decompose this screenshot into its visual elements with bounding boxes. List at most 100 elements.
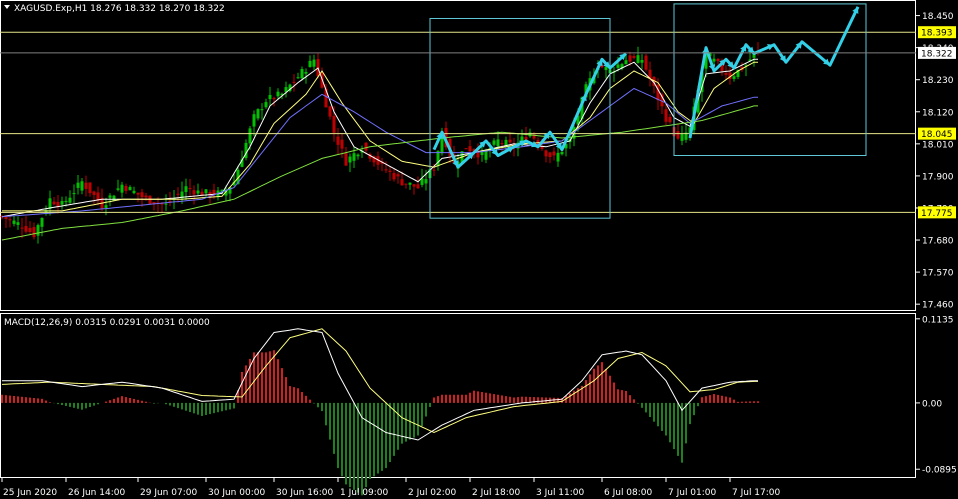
candle (256, 108, 260, 121)
candle (120, 181, 124, 198)
candle (244, 139, 248, 161)
candle-body (424, 179, 428, 184)
candle-body (140, 192, 144, 198)
candle-body (272, 97, 276, 100)
candle (28, 221, 32, 235)
candle-body (124, 185, 128, 191)
candle (328, 105, 332, 120)
candle (416, 176, 420, 190)
candle-body (336, 136, 340, 145)
candle (188, 179, 192, 197)
macd-panel: 0.1135 0.00 -0.0895 MACD(12,26,9) 0.0315 0… (0, 313, 957, 496)
time-tick-label: 30 Jun 16:00 (276, 488, 333, 498)
candle-body (32, 227, 36, 238)
candle-body (4, 216, 8, 219)
candle-body (88, 182, 92, 194)
candle (12, 215, 16, 227)
candle-body (344, 153, 348, 166)
candle-body (184, 186, 188, 193)
candle (128, 185, 132, 191)
time-tick-label: 25 Jun 2020 (3, 488, 57, 498)
candlesticks (0, 42, 760, 244)
level-price-tags: 18.393 18.045 17.775 18.322 (0, 26, 956, 219)
candle (604, 65, 608, 79)
candle-body (384, 169, 388, 171)
symbol-dropdown-icon[interactable] (4, 5, 10, 9)
candle (504, 136, 508, 150)
candle (648, 61, 652, 87)
candle (152, 201, 156, 211)
macd-axis: 0.1135 0.00 -0.0895 (916, 315, 957, 476)
candle (668, 114, 672, 124)
candle (716, 58, 720, 65)
time-tick-label: 7 Jul 01:00 (668, 488, 717, 498)
candle-body (296, 77, 300, 79)
candle-body (204, 189, 208, 194)
candle-body (624, 60, 628, 65)
candle (436, 150, 440, 171)
candle (144, 192, 148, 201)
candle-body (356, 154, 360, 157)
candle-body (636, 55, 640, 63)
candle (116, 179, 120, 192)
candle-body (24, 225, 28, 232)
candle-body (632, 56, 636, 58)
candle (356, 153, 360, 160)
macd-tick-label: 0.00 (922, 399, 942, 409)
horizontal-levels[interactable] (0, 31, 916, 213)
time-tick-label: 2 Jul 02:00 (408, 488, 457, 498)
candle (92, 190, 96, 206)
candle (676, 124, 680, 140)
candle (352, 146, 356, 169)
candle (252, 110, 256, 137)
candle-body (276, 91, 280, 97)
candle-body (68, 197, 72, 203)
candle-body (304, 71, 308, 74)
candle-body (668, 116, 672, 123)
candle-body (496, 139, 500, 147)
price-tick-label: 17.680 (922, 237, 954, 247)
macd-line (2, 328, 758, 441)
candle (16, 216, 20, 230)
candle (492, 138, 496, 147)
level-tag-label: 18.393 (921, 29, 953, 39)
candle-body (60, 201, 64, 205)
candle-body (72, 193, 76, 195)
candle-body (664, 109, 668, 122)
candle (412, 184, 416, 195)
candle (24, 216, 28, 234)
candle-body (20, 227, 24, 229)
candle (724, 65, 728, 80)
analysis-boxes[interactable] (429, 3, 867, 219)
candle-body (300, 69, 304, 79)
candle (4, 215, 8, 228)
candle (744, 62, 748, 77)
candle (560, 151, 564, 156)
candle-body (644, 55, 648, 70)
candle-body (396, 174, 400, 177)
candle (728, 65, 732, 85)
time-tick-label: 3 Jul 11:00 (536, 488, 585, 498)
candle (292, 74, 296, 92)
candle-body (468, 146, 472, 152)
candle (96, 186, 100, 206)
candle-body (268, 94, 272, 100)
time-tick-label: 2 Jul 18:00 (472, 488, 521, 498)
time-tick-label: 29 Jun 07:00 (140, 488, 197, 498)
candle (632, 53, 636, 60)
candle (40, 217, 44, 237)
candle-body (196, 190, 200, 194)
moving-averages (1, 58, 758, 241)
candle (268, 86, 272, 107)
projection-path[interactable] (432, 52, 628, 169)
candle-body (256, 109, 260, 119)
candle-body (732, 76, 736, 80)
candle-body (36, 225, 40, 236)
candle-body (164, 203, 168, 205)
candle (620, 62, 624, 71)
candle-body (188, 188, 192, 190)
candle (404, 183, 408, 189)
candle-body (548, 152, 552, 158)
candle-body (560, 151, 564, 155)
price-chart[interactable]: 18.45018.34018.23018.12018.01017.90017.7… (0, 0, 958, 499)
